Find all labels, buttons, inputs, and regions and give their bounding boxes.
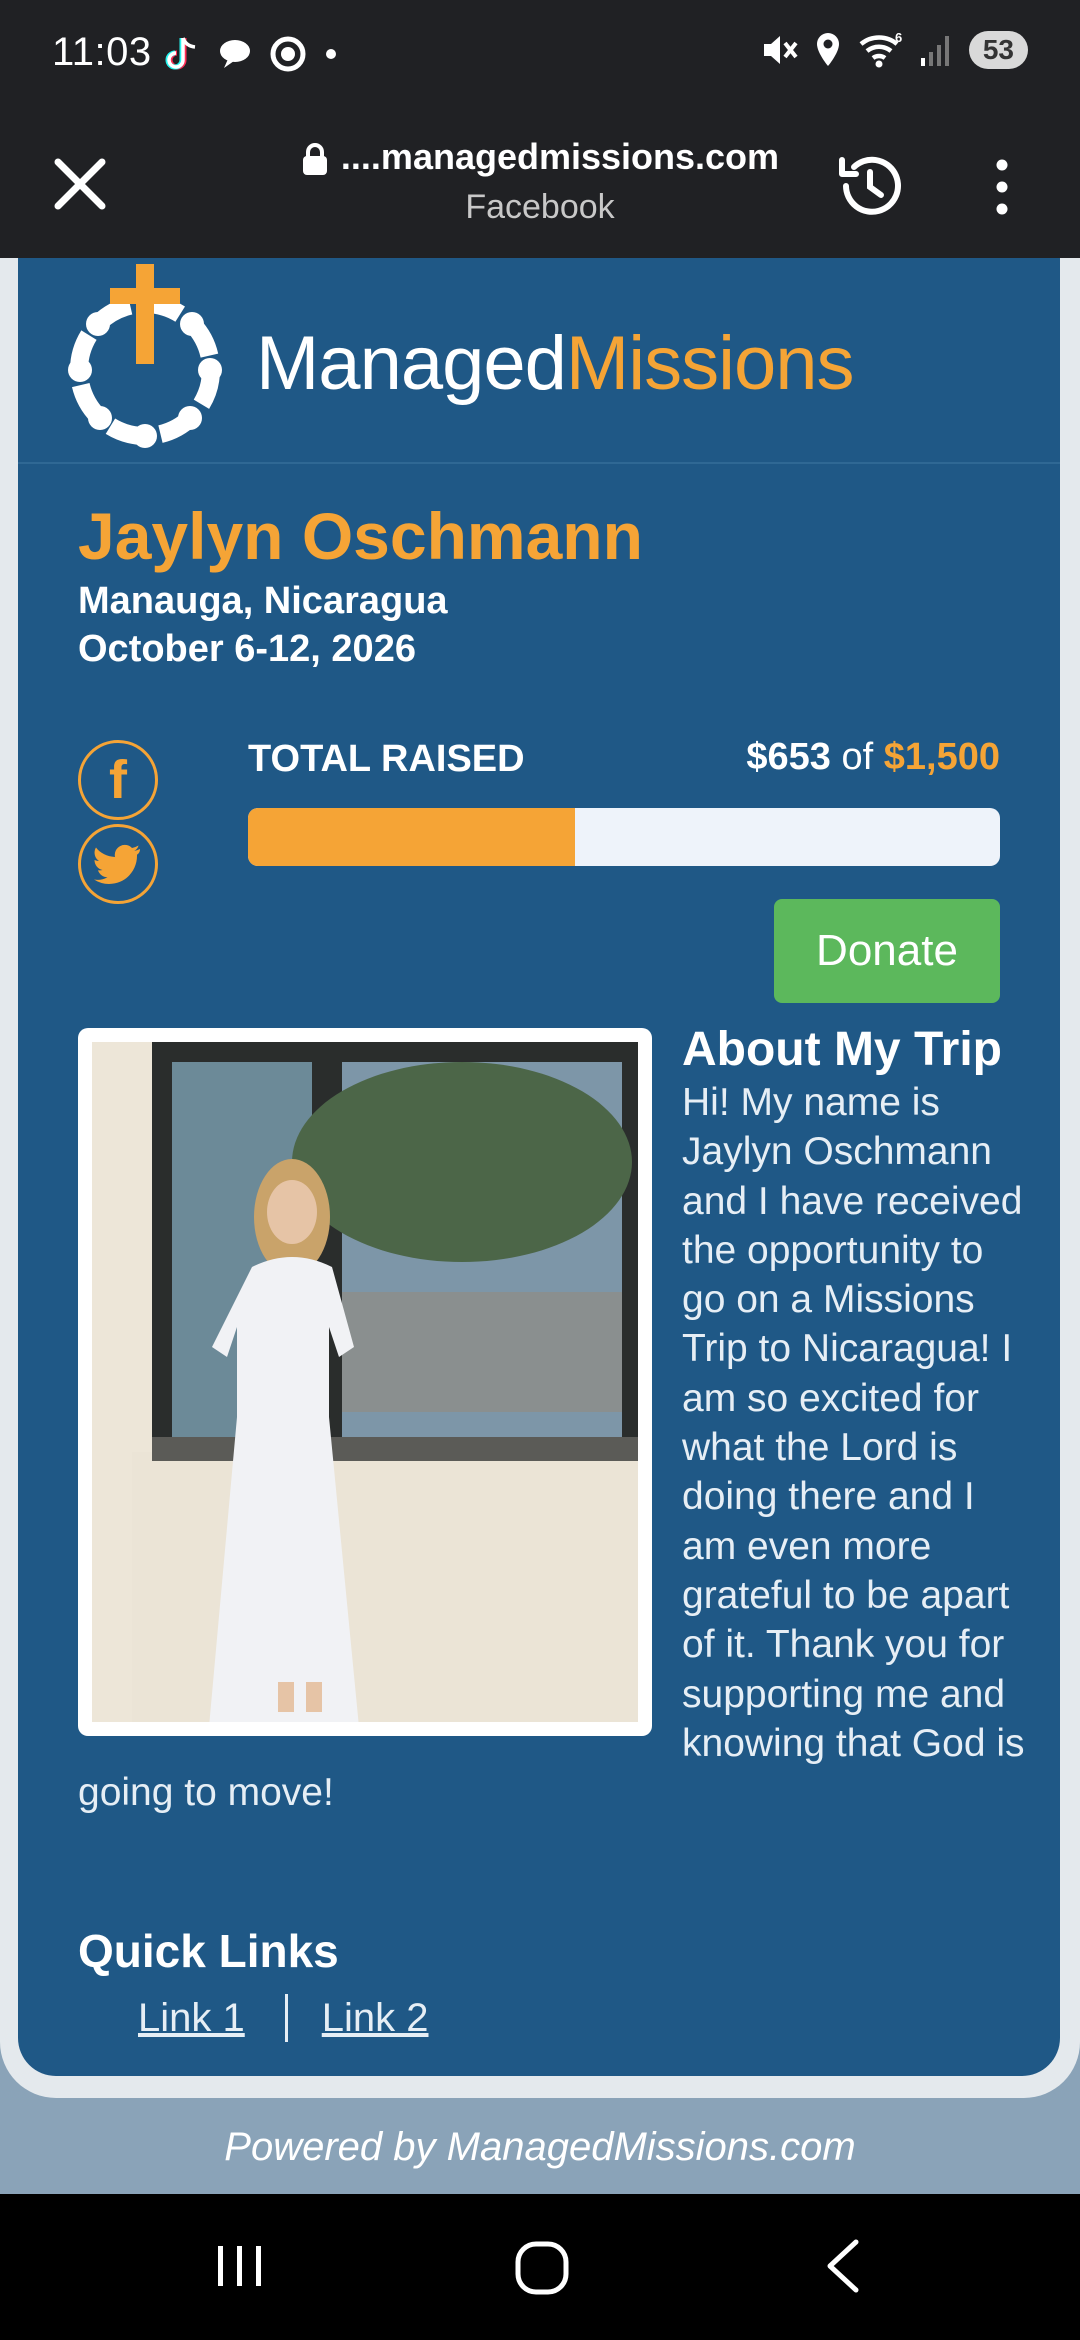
- dot-icon: [326, 49, 336, 59]
- status-time: 11:03: [52, 30, 152, 74]
- about-text-block: Hi! My name is Jaylyn Oschmann and I hav…: [78, 1078, 1028, 1817]
- facebook-icon: f: [109, 750, 127, 810]
- twitter-icon: [94, 844, 140, 884]
- url-text: ....managedmissions.com: [340, 136, 780, 177]
- recents-icon[interactable]: [212, 2238, 268, 2294]
- facebook-share-button[interactable]: f: [78, 740, 158, 820]
- more-icon[interactable]: [990, 156, 1014, 218]
- page-content: ManagedMissions Jaylyn Oschmann Manauga,…: [0, 258, 1080, 2194]
- chat-icon: [220, 40, 250, 68]
- svg-text:6: 6: [895, 30, 902, 45]
- about-title: About My Trip: [682, 1023, 1002, 1076]
- signal-icon: [920, 36, 949, 66]
- browser-toolbar: ....managedmissions.com Facebook: [0, 112, 1080, 258]
- link-separator: [284, 1994, 288, 2042]
- twitter-share-button[interactable]: [78, 824, 158, 904]
- back-icon[interactable]: [820, 2238, 866, 2294]
- tiktok-icon: [165, 37, 196, 70]
- quick-links-title: Quick Links: [78, 1925, 339, 1977]
- location-icon: [816, 33, 839, 66]
- url-bar[interactable]: ....managedmissions.com: [0, 136, 1080, 178]
- trip-dates: October 6-12, 2026: [78, 628, 416, 670]
- trip-participant-name: Jaylyn Oschmann: [78, 499, 643, 573]
- quick-links: Link 1 Link 2: [138, 1994, 429, 2042]
- mute-icon: [763, 36, 798, 64]
- total-raised-label: TOTAL RAISED: [248, 738, 525, 780]
- url-source: Facebook: [465, 188, 615, 226]
- history-icon[interactable]: [832, 148, 908, 224]
- logo-wordmark[interactable]: ManagedMissions: [256, 320, 855, 407]
- system-nav-bar: [0, 2194, 1080, 2340]
- wifi-icon: 6: [859, 30, 902, 68]
- powered-by-footer[interactable]: Powered by ManagedMissions.com: [0, 2125, 1080, 2170]
- lock-icon: [302, 143, 327, 176]
- quick-link-2[interactable]: Link 2: [322, 1996, 429, 2041]
- fundraising-progress-bar: [248, 808, 1000, 866]
- progress-fill: [248, 808, 576, 866]
- record-icon: [270, 36, 306, 72]
- quick-link-1[interactable]: Link 1: [138, 1996, 245, 2041]
- battery-indicator: 53: [968, 31, 1028, 69]
- status-bar: 11:03 6 53: [0, 0, 1080, 112]
- raised-amount: $653 of $1,500: [746, 736, 1000, 778]
- trip-card: ManagedMissions Jaylyn Oschmann Manauga,…: [18, 258, 1060, 2076]
- site-header: ManagedMissions: [18, 258, 1060, 464]
- managed-missions-logo-icon[interactable]: [60, 262, 230, 450]
- donate-button[interactable]: Donate: [774, 899, 1000, 1003]
- home-icon[interactable]: [512, 2238, 572, 2298]
- trip-location: Manauga, Nicaragua: [78, 580, 448, 622]
